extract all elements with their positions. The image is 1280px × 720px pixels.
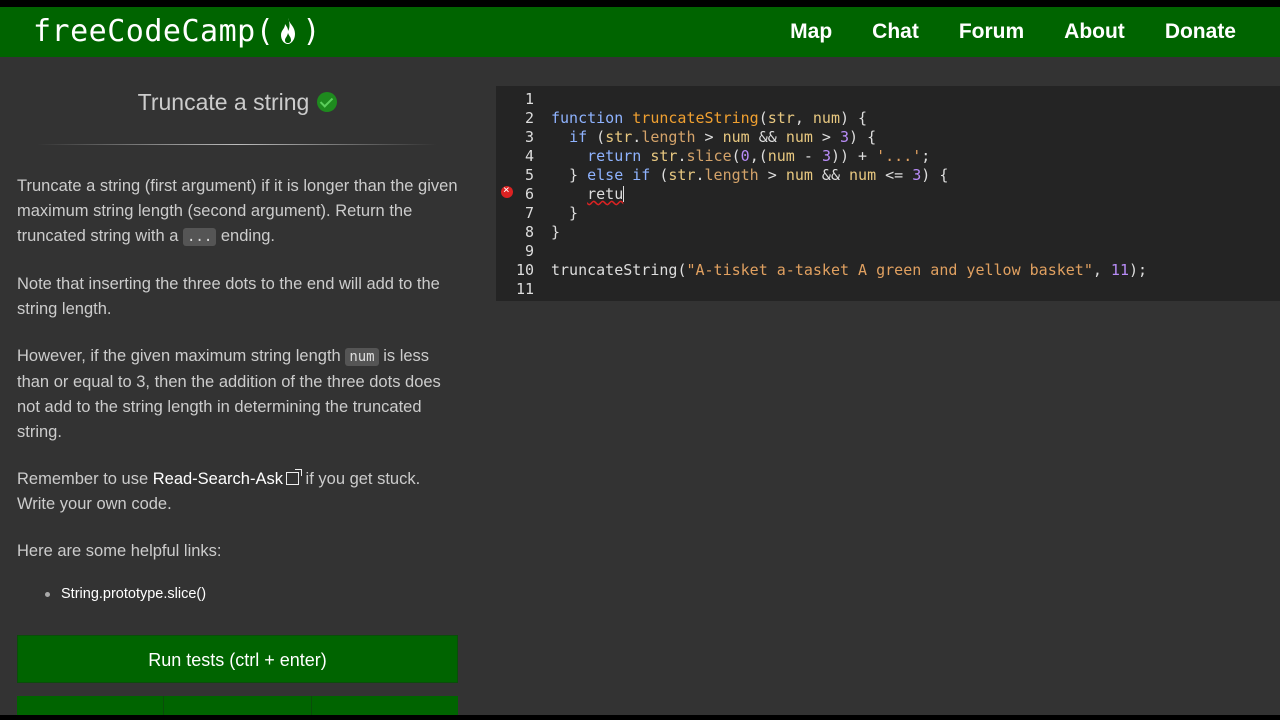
editor-gutter: 1 2 3 4 5 6 7 8 9 10 11 [496, 86, 540, 301]
line-number: 9 [524, 242, 534, 260]
nav-link-chat[interactable]: Chat [872, 20, 919, 44]
code-line: if (str.length > num && num > 3) { [569, 128, 877, 146]
brand-text-after: ) [302, 13, 321, 49]
description-paragraph-1: Truncate a string (first argument) if it… [17, 174, 458, 250]
brand-logo[interactable]: freeCodeCamp( ) [33, 9, 321, 53]
num-code: num [345, 348, 379, 366]
text-cursor [623, 186, 625, 202]
line-number: 7 [524, 204, 534, 222]
completed-check-icon [317, 92, 338, 112]
p4-text-a: Remember to use [17, 470, 153, 488]
read-search-ask-link[interactable]: Read-Search-Ask [153, 470, 283, 488]
code-line: retu [587, 185, 625, 203]
description-paragraph-4: Remember to use Read-Search-Ask if you g… [17, 467, 458, 517]
nav-links: Map Chat Forum About Donate [750, 7, 1280, 57]
code-line: return str.slice(0,(num - 3)) + '...'; [587, 147, 931, 165]
nav-link-about[interactable]: About [1064, 20, 1125, 44]
nav-link-cutoff[interactable] [1274, 20, 1280, 44]
instructions-panel: Truncate a string Truncate a string (fir… [17, 57, 458, 715]
external-link-icon [285, 469, 302, 485]
help-button[interactable] [164, 696, 312, 715]
challenge-page: Truncate a string Truncate a string (fir… [0, 57, 1280, 715]
line-number: 8 [524, 223, 534, 241]
nav-link-map[interactable]: Map [790, 20, 832, 44]
run-tests-button[interactable]: Run tests (ctrl + enter) [17, 635, 458, 683]
top-strip [0, 0, 1280, 7]
code-line: } else if (str.length > num && num <= 3)… [551, 166, 949, 184]
challenge-title-row: Truncate a string [17, 89, 458, 116]
line-number: 10 [515, 261, 534, 279]
reset-button[interactable] [17, 696, 165, 715]
bottom-strip [0, 715, 1280, 720]
bullet-icon [45, 591, 50, 597]
line-number: 3 [524, 128, 534, 146]
line-number: 2 [524, 109, 534, 127]
nav-link-donate[interactable]: Donate [1165, 20, 1236, 44]
ellipsis-code: ... [183, 228, 217, 246]
flame-icon [281, 18, 296, 44]
description-paragraph-5: Here are some helpful links: [17, 542, 222, 560]
line-number: 6 [524, 185, 534, 203]
p1-text-b: ending. [216, 227, 276, 245]
slice-doc-link[interactable]: String.prototype.slice() [61, 586, 206, 602]
code-editor[interactable]: 1 2 3 4 5 6 7 8 9 10 11 function truncat… [496, 86, 1280, 301]
bug-button[interactable] [311, 696, 458, 715]
code-line: } [551, 204, 579, 222]
brand-text-before: freeCodeCamp( [33, 13, 275, 49]
helpful-links-list: String.prototype.slice() [45, 586, 206, 602]
line-number: 1 [524, 90, 534, 108]
title-divider [37, 144, 437, 145]
code-line: truncateString("A-tisket a-tasket A gree… [551, 261, 1148, 279]
code-line: } [551, 223, 561, 241]
secondary-buttons-row [17, 696, 458, 715]
challenge-title: Truncate a string [137, 89, 310, 115]
code-line: function truncateString(str, num) { [551, 109, 868, 127]
lint-error-icon[interactable] [501, 183, 513, 198]
p3-text-a: However, if the given maximum string len… [17, 347, 346, 365]
nav-link-forum[interactable]: Forum [959, 20, 1024, 44]
line-number: 11 [515, 280, 534, 298]
line-number: 4 [524, 147, 534, 165]
description-paragraph-3: However, if the given maximum string len… [17, 344, 458, 445]
description-paragraph-2: Note that inserting the three dots to th… [17, 275, 440, 318]
navbar: freeCodeCamp( ) Map Chat Forum About Don… [0, 7, 1280, 57]
line-number: 5 [524, 166, 534, 184]
